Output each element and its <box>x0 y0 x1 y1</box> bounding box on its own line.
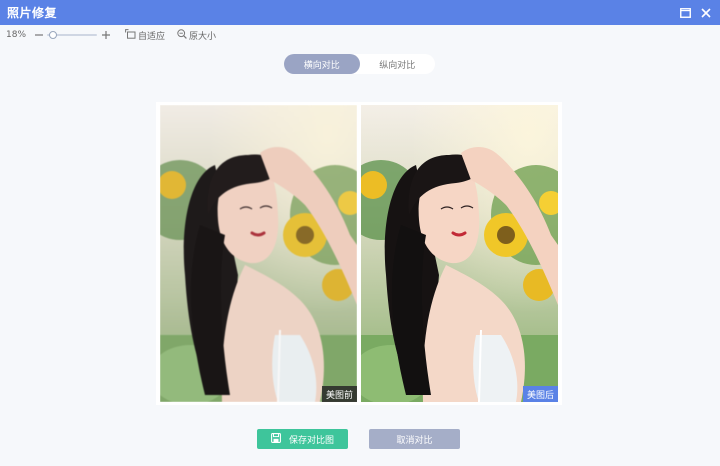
zoom-slider-thumb[interactable] <box>49 31 58 39</box>
after-photo: 美图后 <box>361 105 558 402</box>
zoom-value: 18% <box>6 30 27 40</box>
fit-to-window-button[interactable]: 自适应 <box>125 28 166 42</box>
save-comparison-label: 保存对比图 <box>288 435 334 446</box>
zoom-in-icon[interactable] <box>101 30 111 40</box>
portrait-image-before <box>160 105 357 402</box>
cancel-comparison-label: 取消对比 <box>396 435 433 446</box>
fit-window-icon <box>125 28 136 42</box>
tab-horizontal-compare[interactable]: 横向对比 <box>284 54 360 74</box>
before-photo: 美图前 <box>160 105 357 402</box>
save-icon <box>271 432 281 446</box>
magnifier-icon <box>177 28 187 42</box>
before-label: 美图前 <box>321 386 357 402</box>
fit-to-window-label: 自适应 <box>138 31 166 42</box>
maximize-icon[interactable] <box>679 7 691 19</box>
zoom-slider[interactable] <box>47 30 97 40</box>
portrait-image-after <box>361 105 558 402</box>
cancel-comparison-button[interactable]: 取消对比 <box>369 429 460 449</box>
zoom-out-icon[interactable] <box>34 30 44 40</box>
close-icon[interactable] <box>700 7 712 19</box>
after-label: 美图后 <box>522 386 558 402</box>
title-bar: 照片修复 <box>0 0 720 25</box>
compare-panel: 美图前 美图后 <box>156 102 562 405</box>
view-mode-toggle: 横向对比 纵向对比 <box>284 54 435 74</box>
original-size-button[interactable]: 原大小 <box>177 28 217 42</box>
tab-vertical-compare[interactable]: 纵向对比 <box>360 54 436 74</box>
original-size-label: 原大小 <box>189 31 217 42</box>
save-comparison-button[interactable]: 保存对比图 <box>257 429 348 449</box>
window-title: 照片修复 <box>7 6 58 20</box>
zoom-toolbar: 18% 自适应 原大小 <box>0 25 720 45</box>
window-controls <box>679 7 720 19</box>
